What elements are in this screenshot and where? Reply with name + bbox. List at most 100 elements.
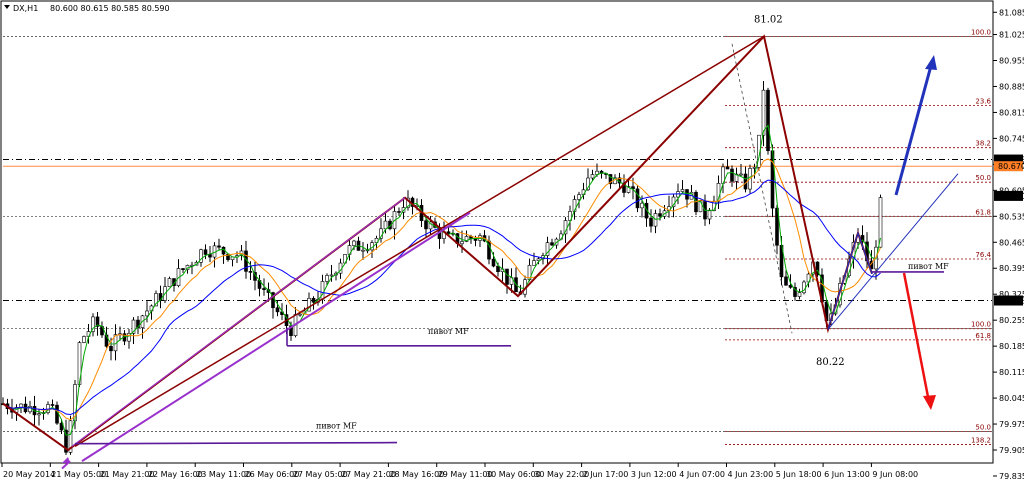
candle-body — [424, 220, 428, 230]
chart-quote: 80.600 80.615 80.585 80.590 — [50, 4, 170, 13]
chart-symbol: DX,H1 — [13, 4, 38, 13]
candle-body — [329, 274, 334, 277]
fib-level-label: 50.0 — [975, 423, 991, 431]
price-chart[interactable]: DX,H1 80.600 80.615 80.585 80.590 100.0 2… — [0, 0, 1024, 482]
candle-body — [203, 249, 208, 255]
candle-body — [505, 268, 509, 285]
y-tick-label: 79.835 — [999, 472, 1024, 481]
y-tick-label: 80.535 — [999, 212, 1024, 221]
y-tick-label: 80.815 — [999, 108, 1024, 117]
x-tick-label: 30 May 06:00 — [486, 470, 541, 479]
candle-body — [730, 168, 734, 182]
candle-body — [37, 413, 41, 416]
low-label: 80.22 — [816, 357, 845, 368]
candle-body — [320, 281, 325, 300]
y-tick-label: 80.185 — [999, 342, 1024, 351]
candle-body — [383, 220, 388, 230]
fib-level-label: 100.0 — [971, 321, 991, 329]
y-tick-label: 80.885 — [999, 82, 1024, 91]
x-tick-label: 5 Jun 18:00 — [776, 470, 822, 479]
candle-body — [275, 307, 280, 313]
x-tick-label: 30 May 22:00 — [534, 470, 589, 479]
y-tick-label: 80.465 — [999, 238, 1024, 247]
candle-body — [532, 260, 536, 266]
fib-level-label: 23.6 — [975, 97, 991, 105]
chart-window: DX,H1 80.600 80.615 80.585 80.590 100.0 2… — [0, 0, 1024, 482]
candle-body — [248, 271, 253, 273]
x-tick-label: 4 Jun 07:00 — [679, 470, 725, 479]
candle-body — [761, 89, 766, 136]
candle-body — [397, 211, 401, 213]
x-tick-label: 3 Jun 12:00 — [631, 470, 677, 479]
x-tick-label: 27 May 21:00 — [341, 470, 396, 479]
candle-body — [208, 254, 212, 258]
y-tick-label: 80.115 — [999, 368, 1024, 377]
candle-body — [635, 188, 640, 209]
y-tick-label: 79.975 — [999, 420, 1024, 429]
candle-body — [680, 189, 685, 192]
candle-body — [262, 288, 266, 290]
candle-body — [446, 231, 451, 234]
candle-body — [784, 276, 788, 286]
x-tick-label: 6 Jun 13:00 — [824, 470, 870, 479]
y-tick-label: 81.085 — [999, 8, 1024, 17]
y-tick-label: 81.025 — [999, 31, 1024, 40]
pivot-line — [74, 441, 398, 445]
candle-body — [797, 292, 802, 297]
candle-body — [352, 240, 356, 246]
price-badge-label: 80.590 — [998, 192, 1024, 201]
candle-body — [653, 213, 658, 227]
x-tick-label: 23 May 11:00 — [196, 470, 251, 479]
x-tick-label: 26 May 06:00 — [245, 470, 300, 479]
candle-body — [217, 245, 221, 248]
high-label: 81.02 — [754, 14, 783, 25]
candle-body — [590, 174, 595, 179]
y-tick-label: 80.255 — [999, 316, 1024, 325]
candle-body — [707, 210, 712, 220]
fib-level-label: 138.2 — [971, 436, 991, 444]
candle-body — [167, 278, 172, 288]
fib-level-label: 61.8 — [975, 332, 991, 340]
pivot-label: пивот MF — [428, 327, 469, 336]
candle-body — [361, 249, 365, 252]
candle-body — [109, 346, 113, 352]
candle-body — [311, 297, 316, 303]
price-badge-label: 80.670 — [998, 162, 1024, 171]
candle-body — [640, 202, 644, 209]
candle-body — [82, 336, 86, 343]
fib-level-label: 38.2 — [975, 140, 991, 148]
x-tick-label: 4 Jun 23:00 — [728, 470, 774, 479]
fib-level-label: 61.8 — [975, 208, 991, 216]
candle-body — [325, 275, 329, 282]
x-tick-label: 9 Jun 08:00 — [872, 470, 918, 479]
x-tick-label: 21 May 21:00 — [100, 470, 155, 479]
candle-body — [55, 404, 59, 424]
y-tick-label: 80.745 — [999, 134, 1024, 143]
fib-level-label: 76.4 — [975, 251, 991, 259]
pivot-label: пивот MF — [908, 262, 949, 271]
candle-body — [181, 268, 185, 271]
x-tick-label: 27 May 05:00 — [293, 470, 348, 479]
candle-body — [460, 241, 464, 245]
candle-body — [50, 404, 55, 406]
candle-body — [658, 213, 662, 217]
y-tick-label: 80.395 — [999, 264, 1024, 273]
candle-body — [577, 194, 581, 200]
candle-body — [739, 173, 743, 176]
x-tick-label: 28 May 16:00 — [389, 470, 444, 479]
x-tick-label: 29 May 11:00 — [438, 470, 493, 479]
x-tick-label: 20 May 2014 — [3, 470, 55, 479]
candle-body — [491, 258, 496, 267]
y-tick-label: 80.045 — [999, 394, 1024, 403]
price-badge-label: 80.308 — [998, 297, 1024, 306]
candle-body — [145, 310, 149, 317]
candle-body — [550, 242, 554, 246]
pivot-label: пивот MF — [316, 422, 357, 431]
candle-body — [649, 217, 653, 227]
x-tick-label: 2 Jun 17:00 — [583, 470, 629, 479]
candle-body — [725, 166, 730, 170]
x-tick-label: 22 May 16:00 — [148, 470, 203, 479]
fib-level-label: 50.0 — [975, 174, 991, 182]
candle-body — [766, 89, 770, 152]
y-tick-label: 80.955 — [999, 57, 1024, 66]
